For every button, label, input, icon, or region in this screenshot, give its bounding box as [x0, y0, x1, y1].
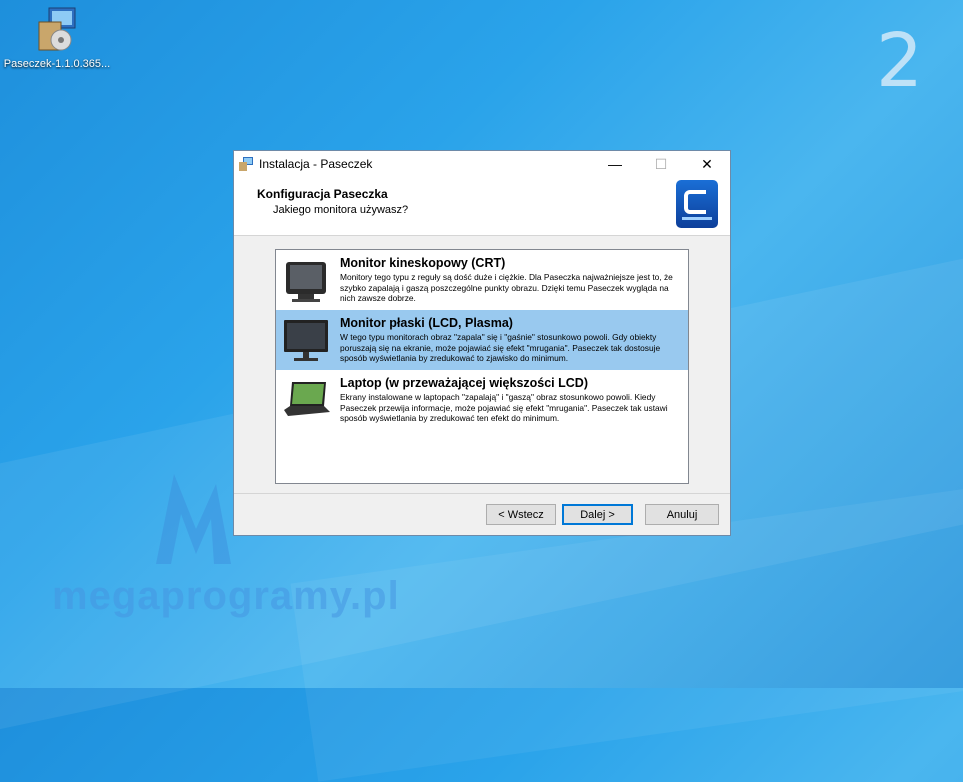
title-bar[interactable]: Instalacja - Paseczek — ☐ ✕	[234, 151, 730, 177]
page-title: Konfiguracja Paseczka	[257, 187, 388, 201]
next-button[interactable]: Dalej >	[562, 504, 633, 525]
option-title: Monitor płaski (LCD, Plasma)	[340, 316, 513, 330]
option-description: Ekrany instalowane w laptopach "zapalają…	[340, 392, 668, 423]
minimize-button[interactable]: —	[592, 151, 638, 177]
window-title: Instalacja - Paseczek	[259, 157, 373, 171]
list-item-laptop[interactable]: Laptop (w przeważającej większości LCD) …	[276, 370, 688, 430]
close-button[interactable]: ✕	[684, 151, 730, 177]
desktop-icon-label: Paseczek-1.1.0.365...	[3, 58, 111, 70]
desktop-icon-installer[interactable]: Paseczek-1.1.0.365...	[2, 6, 112, 70]
monitor-type-list[interactable]: Monitor kineskopowy (CRT) Monitory tego …	[275, 249, 689, 484]
list-item-lcd[interactable]: Monitor płaski (LCD, Plasma) W tego typu…	[276, 310, 688, 370]
step-number: 2	[876, 18, 924, 104]
installer-icon	[35, 6, 79, 54]
list-item-crt[interactable]: Monitor kineskopowy (CRT) Monitory tego …	[276, 250, 688, 310]
option-description: Monitory tego typu z reguły są dość duże…	[340, 272, 673, 303]
option-description: W tego typu monitorach obraz "zapala" si…	[340, 332, 661, 363]
maximize-button[interactable]: ☐	[638, 151, 684, 177]
option-title: Monitor kineskopowy (CRT)	[340, 256, 506, 270]
page-subtitle: Jakiego monitora używasz?	[273, 204, 409, 216]
installer-dialog: Instalacja - Paseczek — ☐ ✕ Konfiguracja…	[233, 150, 731, 536]
flat-monitor-icon	[284, 320, 328, 361]
watermark-text: megaprogramy.pl	[52, 574, 400, 618]
cancel-button[interactable]: Anuluj	[645, 504, 719, 525]
footer-divider	[234, 493, 730, 494]
back-button[interactable]: < Wstecz	[486, 504, 556, 525]
option-title: Laptop (w przeważającej większości LCD)	[340, 376, 588, 390]
app-icon	[239, 157, 253, 171]
codeton-logo	[676, 180, 718, 228]
wizard-header: Konfiguracja Paseczka Jakiego monitora u…	[234, 177, 730, 236]
crt-monitor-icon	[286, 262, 326, 302]
laptop-icon	[284, 382, 330, 416]
